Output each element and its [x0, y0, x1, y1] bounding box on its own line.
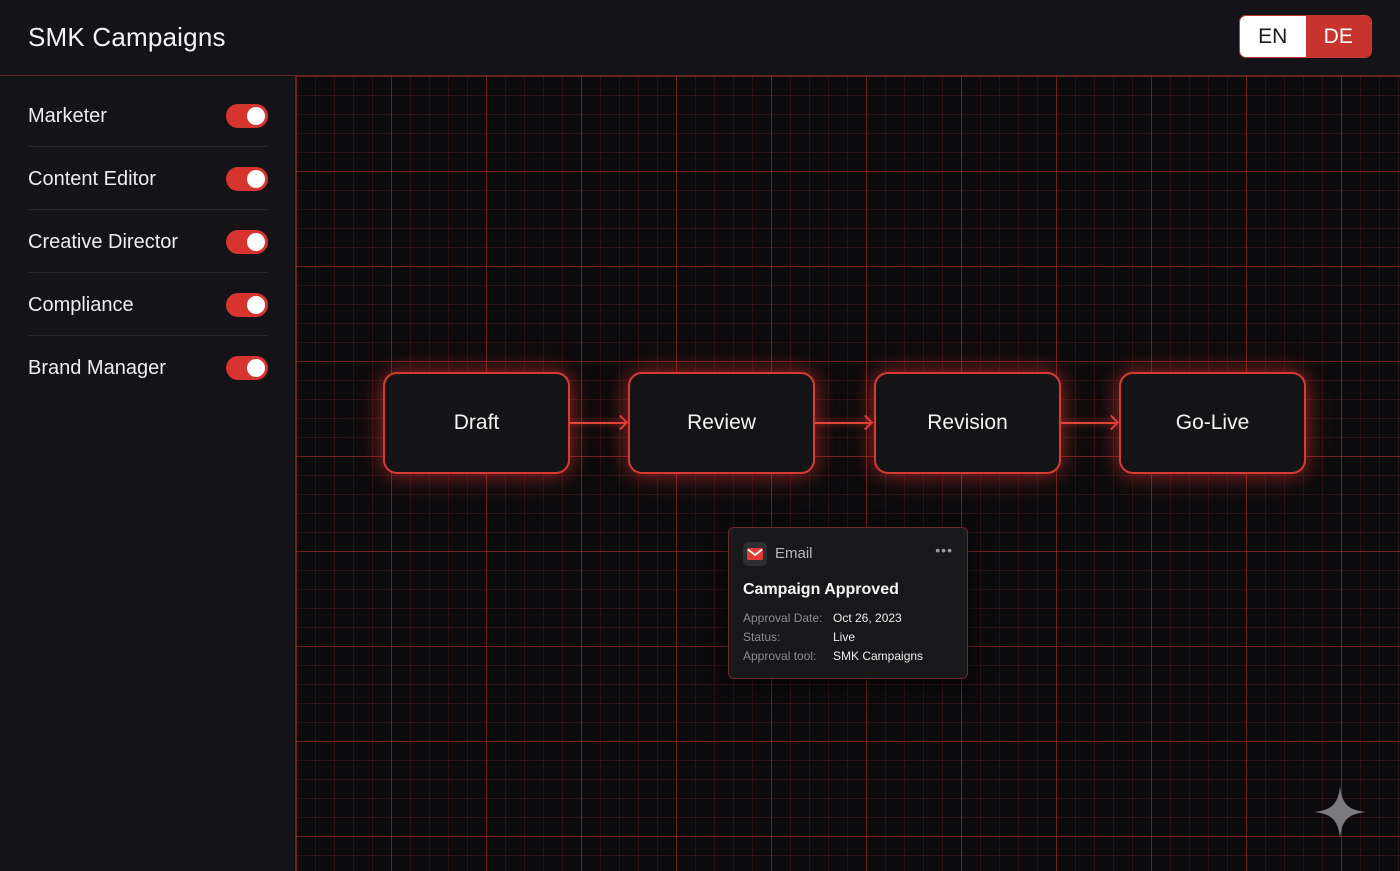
role-label: Marketer [28, 105, 107, 127]
connector-arrow [815, 422, 870, 424]
header-bar: SMK Campaigns EN DE [0, 0, 1400, 76]
card-row-key: Status: [743, 630, 781, 644]
language-switch: EN DE [1239, 15, 1372, 58]
role-row-brand-manager: Brand Manager [28, 336, 268, 399]
mail-icon [743, 542, 767, 566]
connector-arrow [1061, 422, 1116, 424]
stage-revision[interactable]: Revision [874, 372, 1061, 474]
role-toggle-brand-manager[interactable] [226, 356, 268, 380]
role-label: Compliance [28, 294, 134, 316]
card-title: Campaign Approved [743, 581, 899, 598]
email-event-card[interactable]: Email ••• Campaign Approved Approval Dat… [728, 527, 968, 679]
workflow-canvas[interactable]: Draft Review Revision Go-Live Email ••• … [296, 76, 1400, 871]
card-row-value: SMK Campaigns [833, 649, 924, 663]
role-toggle-compliance[interactable] [226, 293, 268, 317]
role-label: Content Editor [28, 168, 156, 190]
card-row-key: Approval Date: [743, 611, 823, 625]
role-toggle-content-editor[interactable] [226, 167, 268, 191]
app-root: SMK Campaigns EN DE Marketer Content Edi… [0, 0, 1400, 871]
role-row-creative-director: Creative Director [28, 210, 268, 273]
role-row-content-editor: Content Editor [28, 147, 268, 210]
role-toggle-marketer[interactable] [226, 104, 268, 128]
role-label: Creative Director [28, 231, 179, 253]
stage-draft[interactable]: Draft [383, 372, 570, 474]
card-row-value: Oct 26, 2023 [833, 611, 902, 625]
role-label: Brand Manager [28, 357, 166, 379]
stage-go-live[interactable]: Go-Live [1119, 372, 1306, 474]
roles-sidebar: Marketer Content Editor Creative Directo… [0, 76, 296, 871]
sparkle-icon[interactable] [1312, 784, 1368, 840]
card-row-key: Approval tool: [743, 649, 817, 663]
role-toggle-creative-director[interactable] [226, 230, 268, 254]
stage-review[interactable]: Review [628, 372, 815, 474]
role-row-compliance: Compliance [28, 273, 268, 336]
language-en-button[interactable]: EN [1240, 16, 1306, 57]
card-row-value: Live [833, 630, 856, 644]
role-row-marketer: Marketer [28, 84, 268, 147]
language-de-button[interactable]: DE [1305, 16, 1371, 57]
connector-arrow [570, 422, 625, 424]
card-type-label: Email [775, 545, 813, 562]
app-title: SMK Campaigns [28, 22, 226, 52]
more-options-icon[interactable]: ••• [935, 542, 953, 558]
